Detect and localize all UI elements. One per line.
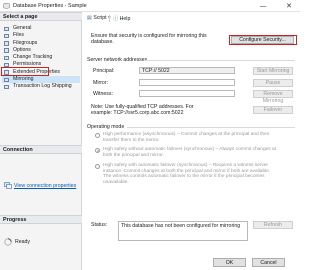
principal-field[interactable]: TCP:// 5022 (139, 67, 235, 74)
help-icon: ⓘ (113, 16, 119, 22)
mirror-field[interactable] (139, 79, 235, 86)
page-item-label: Filegroups (13, 39, 38, 46)
page-icon (4, 26, 9, 31)
window-title: Database Properties - Sample (13, 3, 87, 9)
witness-field[interactable] (139, 90, 235, 97)
page-item-options[interactable]: Options (2, 47, 80, 54)
page-item-general[interactable]: General (2, 25, 80, 32)
dialog-footer: OK Cancel (83, 256, 300, 270)
page-item-label: Options (13, 46, 31, 53)
status-label: Status: (91, 222, 108, 228)
address-note: Note: Use fully-qualified TCP addresses.… (91, 104, 194, 116)
divider (145, 60, 295, 61)
mode-high-safety-failover-radio[interactable] (95, 164, 100, 169)
progress-status: Ready (15, 239, 30, 245)
failover-button[interactable]: Failover (253, 106, 293, 114)
mode-high-safety-failover-label: High safety with automatic failover (syn… (103, 163, 271, 185)
page-item-change-tracking[interactable]: Change Tracking (2, 54, 80, 61)
mirroring-highlight (1, 67, 49, 76)
page-item-label: Transaction Log Shipping (13, 83, 72, 90)
connection-header: Connection (0, 145, 82, 154)
page-item-label: Change Tracking (13, 54, 53, 61)
page-item-files[interactable]: Files (2, 32, 80, 39)
script-button[interactable]: ▤ Script ▾ (87, 15, 111, 21)
script-icon: ▤ (87, 15, 92, 21)
principal-label: Principal: (93, 68, 115, 74)
server-addresses-label: Server network addresses (87, 57, 148, 63)
mode-high-performance-label: High performance (asynchronous) – Commit… (103, 132, 270, 143)
mirroring-page: Ensure that security is configured for m… (83, 24, 300, 256)
page-item-mirroring[interactable]: Mirroring (2, 76, 80, 84)
mode-high-safety-label: High safety without automatic failover (… (103, 147, 277, 158)
cancel-button[interactable]: Cancel (252, 258, 285, 267)
left-pane: Select a page General Files Filegroups O… (0, 12, 82, 270)
page-item-label: Mirroring (13, 76, 34, 83)
minimize-button[interactable]: — (256, 1, 270, 11)
configure-security-highlight (229, 35, 297, 45)
database-icon (3, 3, 10, 9)
page-icon (4, 33, 9, 39)
close-button[interactable]: ✕ (282, 1, 296, 11)
page-list: General Files Filegroups Options Change … (2, 25, 80, 91)
help-button[interactable]: ⓘ Help (113, 15, 130, 22)
remove-mirroring-button[interactable]: Remove Mirroring (253, 90, 293, 104)
mirror-label: Mirror: (93, 80, 108, 86)
pause-button[interactable]: Pause (253, 79, 293, 87)
intro-text: Ensure that security is configured for m… (91, 33, 207, 46)
progress-spinner-icon (4, 238, 12, 246)
progress-header: Progress (0, 215, 82, 224)
select-page-header: Select a page (0, 12, 82, 21)
refresh-button[interactable]: Refresh (253, 221, 293, 229)
page-item-transaction-log-shipping[interactable]: Transaction Log Shipping (2, 83, 80, 90)
page-item-filegroups[interactable]: Filegroups (2, 40, 80, 47)
page-icon (4, 84, 9, 90)
mode-high-performance-radio[interactable] (95, 133, 100, 138)
script-label: Script (93, 15, 107, 21)
toolbar: ▤ Script ▾ ⓘ Help (83, 13, 300, 23)
start-mirroring-button[interactable]: Start Mirroring (253, 67, 293, 75)
help-label: Help (119, 16, 131, 22)
page-icon (4, 77, 9, 83)
divider (127, 127, 295, 128)
title-bar: Database Properties - Sample — ✕ (0, 0, 300, 12)
page-item-label: Files (13, 32, 24, 39)
witness-label: Witness: (93, 91, 113, 97)
operating-mode-label: Operating mode (87, 124, 125, 130)
page-icon (4, 48, 9, 53)
page-icon (4, 55, 9, 61)
connection-icon (4, 182, 12, 189)
view-connection-properties-link[interactable]: View connection properties (14, 183, 76, 189)
page-icon (4, 41, 9, 46)
ok-button[interactable]: OK (213, 258, 246, 267)
page-item-label: General (13, 25, 32, 31)
mode-high-safety-radio[interactable] (95, 148, 100, 153)
toolbar-separator (109, 15, 110, 22)
status-text: This database has not been configured fo… (118, 221, 248, 241)
